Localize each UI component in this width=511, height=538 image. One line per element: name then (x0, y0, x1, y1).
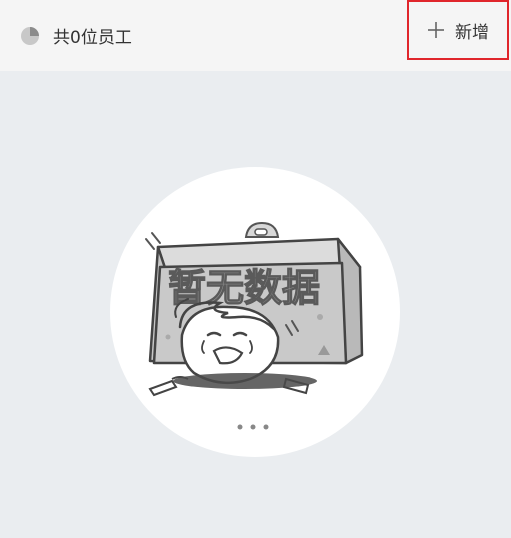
empty-state-area: 暂无数据 (0, 71, 511, 538)
add-button[interactable]: 新增 (407, 0, 509, 60)
employee-count: 共0位员工 (20, 23, 132, 48)
employee-count-label: 共0位员工 (53, 28, 132, 48)
pie-chart-icon (20, 26, 40, 46)
empty-state-illustration: 暂无数据 (110, 167, 400, 457)
empty-state-text: 暂无数据 (168, 266, 320, 310)
add-button-label: 新增 (455, 22, 489, 43)
plus-icon (427, 21, 445, 39)
